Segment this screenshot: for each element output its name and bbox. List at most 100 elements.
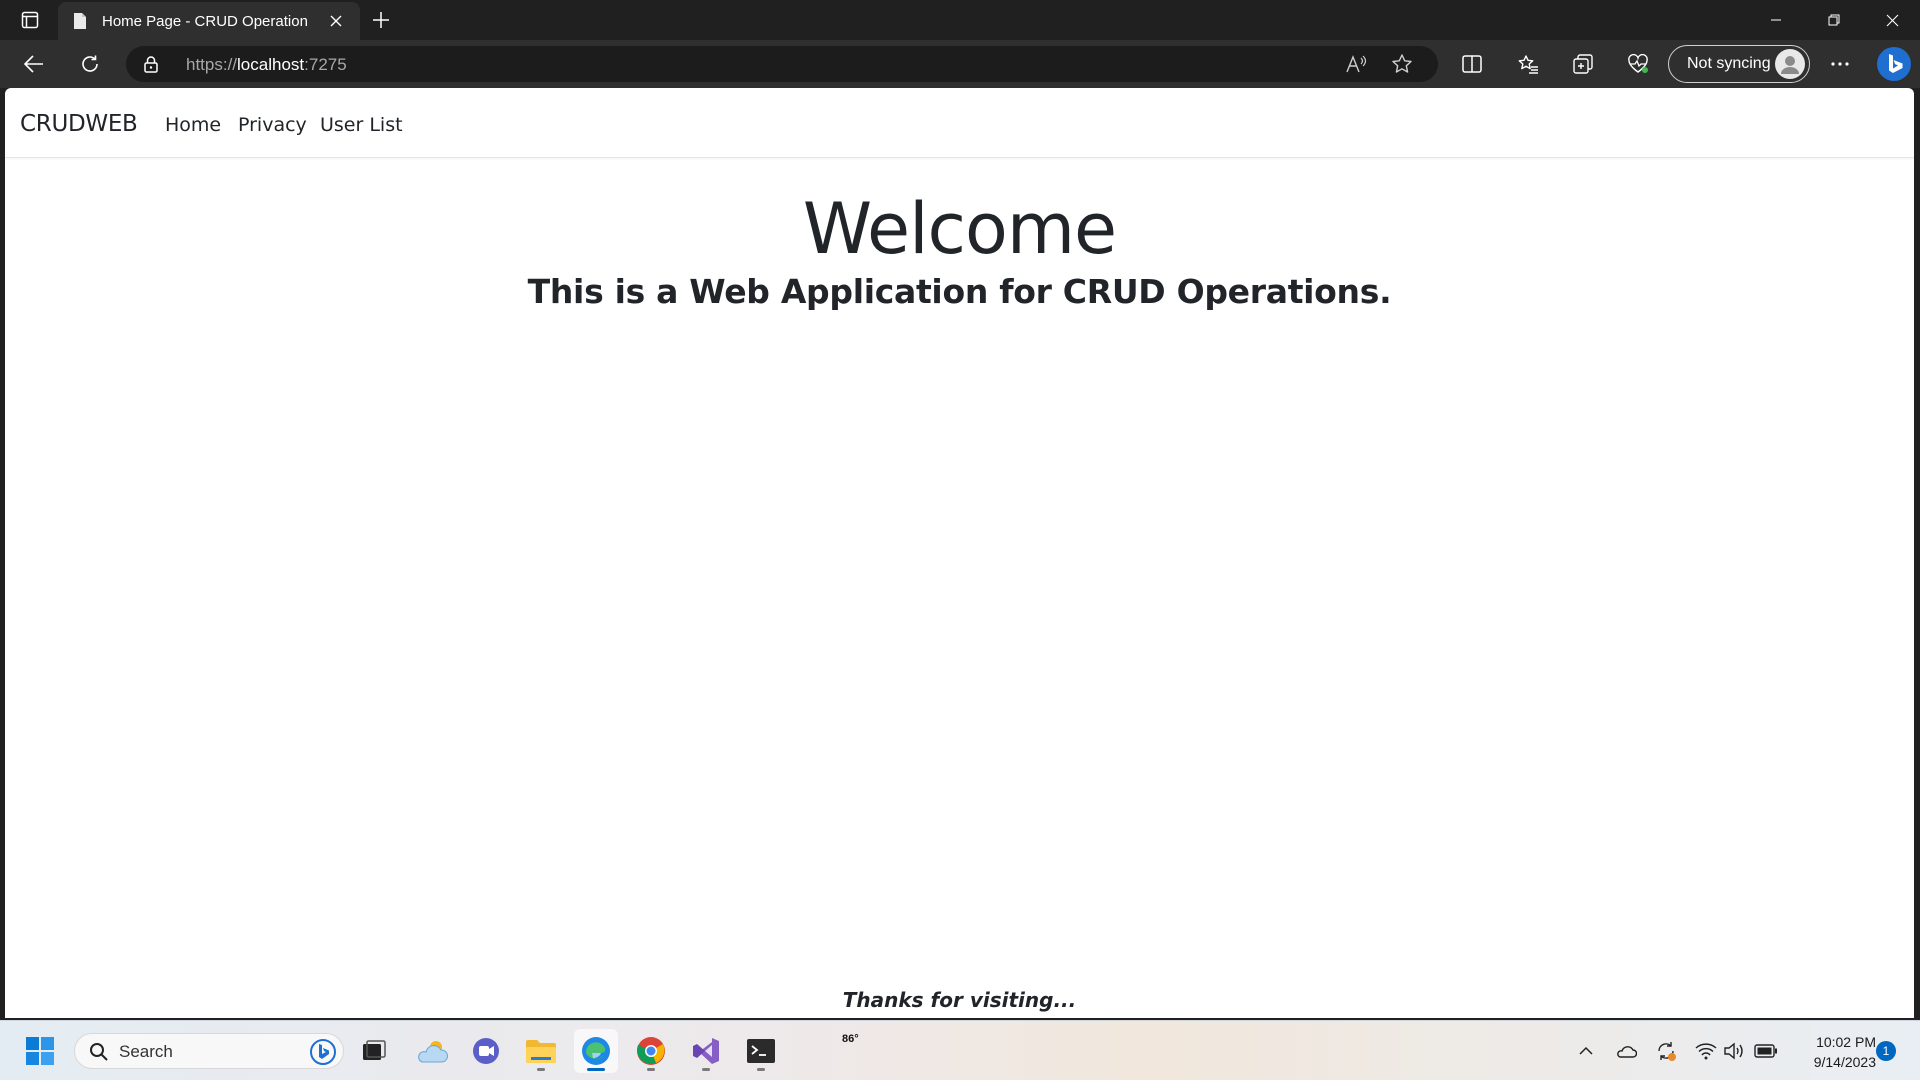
speaker-icon bbox=[1724, 1042, 1743, 1060]
restore-button[interactable] bbox=[1806, 0, 1862, 40]
url-scheme: https:// bbox=[186, 55, 238, 74]
volume-button[interactable] bbox=[1722, 1039, 1746, 1063]
refresh-icon bbox=[82, 55, 98, 72]
url-host: localhost bbox=[237, 55, 305, 74]
taskbar-search-box[interactable]: Search bbox=[74, 1033, 344, 1069]
search-label: Search bbox=[119, 1042, 173, 1061]
page-heading: Welcome bbox=[802, 188, 1117, 270]
profile-sync-button[interactable]: Not syncing bbox=[1668, 45, 1810, 83]
user-avatar-icon bbox=[1781, 56, 1799, 74]
close-icon bbox=[1886, 14, 1898, 26]
nav-link-home[interactable]: Home bbox=[165, 114, 221, 136]
read-aloud-icon bbox=[1346, 55, 1367, 73]
split-screen-icon bbox=[1462, 55, 1482, 73]
lock-icon[interactable] bbox=[142, 55, 160, 73]
nav-link-user-list[interactable]: User List bbox=[320, 114, 403, 136]
cloud-icon bbox=[1617, 1046, 1637, 1058]
bing-icon bbox=[1877, 47, 1911, 81]
close-icon bbox=[330, 15, 342, 27]
onedrive-button[interactable] bbox=[1614, 1039, 1638, 1063]
restore-icon bbox=[1828, 14, 1840, 26]
collections-icon bbox=[1573, 54, 1593, 74]
show-hidden-icons-button[interactable] bbox=[1574, 1039, 1598, 1063]
browser-tab-active[interactable]: Home Page - CRUD Operation bbox=[58, 2, 360, 40]
task-view-button[interactable] bbox=[352, 1029, 396, 1073]
running-indicator bbox=[647, 1068, 655, 1071]
wifi-button[interactable] bbox=[1694, 1039, 1718, 1063]
running-indicator bbox=[757, 1068, 765, 1071]
battery-button[interactable] bbox=[1754, 1039, 1778, 1063]
file-explorer-button[interactable] bbox=[519, 1029, 563, 1073]
running-indicator bbox=[537, 1068, 545, 1071]
windows-logo-icon bbox=[26, 1037, 54, 1065]
favorites-button[interactable] bbox=[1510, 48, 1546, 80]
sync-icon bbox=[1658, 1042, 1676, 1061]
teams-chat-button[interactable] bbox=[464, 1029, 508, 1073]
browser-titlebar: Home Page - CRUD Operation bbox=[0, 0, 1920, 40]
windows-taskbar: Search 86° 10:02 PM 9/14/2023 1 bbox=[0, 1020, 1920, 1080]
nav-link-privacy[interactable]: Privacy bbox=[238, 114, 307, 136]
more-dots-icon bbox=[1831, 62, 1849, 66]
cloud-sun-icon bbox=[418, 1041, 448, 1063]
close-window-button[interactable] bbox=[1864, 0, 1920, 40]
clock-time: 10:02 PM bbox=[1816, 1034, 1876, 1050]
minimize-button[interactable] bbox=[1748, 0, 1804, 40]
back-arrow-icon bbox=[24, 55, 43, 73]
settings-more-button[interactable] bbox=[1822, 48, 1858, 80]
page-subtitle: This is a Web Application for CRUD Opera… bbox=[527, 272, 1392, 311]
active-indicator bbox=[587, 1068, 605, 1071]
bing-copilot-button[interactable] bbox=[1874, 44, 1914, 84]
collections-button[interactable] bbox=[1565, 48, 1601, 80]
tab-close-button[interactable] bbox=[324, 9, 348, 33]
weather-temperature: 86° bbox=[842, 1033, 859, 1045]
split-screen-button[interactable] bbox=[1454, 48, 1490, 80]
terminal-button[interactable] bbox=[739, 1029, 783, 1073]
start-button[interactable] bbox=[18, 1029, 62, 1073]
chrome-icon bbox=[637, 1037, 665, 1065]
read-aloud-button[interactable] bbox=[1342, 50, 1370, 78]
tab-actions-button[interactable] bbox=[14, 8, 46, 32]
weather-widget-button[interactable]: 86° bbox=[410, 1029, 859, 1073]
tab-title: Home Page - CRUD Operation bbox=[102, 12, 308, 30]
visual-studio-button[interactable] bbox=[684, 1029, 728, 1073]
battery-icon bbox=[1754, 1044, 1777, 1058]
heart-pulse-icon bbox=[1628, 54, 1648, 73]
taskbar-clock[interactable]: 10:02 PM 9/14/2023 bbox=[1786, 1032, 1876, 1072]
terminal-icon bbox=[747, 1039, 775, 1063]
sync-status-label: Not syncing bbox=[1687, 55, 1771, 72]
site-brand-link[interactable]: CRUDWEB bbox=[20, 111, 138, 137]
teams-icon bbox=[473, 1038, 499, 1064]
minimize-icon bbox=[1771, 19, 1781, 21]
url-port: :7275 bbox=[304, 55, 347, 74]
back-button[interactable] bbox=[16, 48, 52, 80]
chevron-up-icon bbox=[1579, 1046, 1593, 1055]
chrome-taskbar-button[interactable] bbox=[629, 1029, 673, 1073]
url-text[interactable]: https://localhost:7275 bbox=[186, 55, 347, 75]
folder-icon bbox=[526, 1040, 556, 1063]
star-icon bbox=[1392, 54, 1412, 73]
page-footer: Thanks for visiting... bbox=[842, 988, 1077, 1012]
hero-section: Welcome bbox=[5, 184, 1914, 274]
visual-studio-icon bbox=[693, 1038, 719, 1064]
wifi-icon bbox=[1695, 1043, 1717, 1060]
search-icon bbox=[90, 1043, 108, 1061]
browser-essentials-button[interactable] bbox=[1620, 48, 1656, 80]
task-view-icon bbox=[363, 1040, 386, 1060]
new-tab-button[interactable] bbox=[366, 6, 396, 34]
bing-icon bbox=[310, 1039, 336, 1065]
edge-icon bbox=[582, 1037, 610, 1065]
browser-toolbar: https://localhost:7275 Not syncing bbox=[0, 40, 1920, 88]
edge-taskbar-button[interactable] bbox=[574, 1029, 618, 1073]
notification-badge[interactable]: 1 bbox=[1876, 1041, 1896, 1061]
favorite-star-button[interactable] bbox=[1388, 50, 1416, 78]
plus-icon bbox=[373, 12, 389, 28]
page-viewport: CRUDWEB Home Privacy User List Welcome T… bbox=[5, 88, 1914, 1018]
favorites-list-icon bbox=[1518, 55, 1538, 74]
update-sync-button[interactable] bbox=[1654, 1039, 1678, 1063]
running-indicator bbox=[702, 1068, 710, 1071]
clock-date: 9/14/2023 bbox=[1813, 1054, 1876, 1070]
site-navbar: CRUDWEB Home Privacy User List bbox=[5, 88, 1914, 158]
address-bar[interactable]: https://localhost:7275 bbox=[126, 46, 1438, 82]
page-favicon-icon bbox=[70, 11, 90, 31]
refresh-button[interactable] bbox=[72, 48, 108, 80]
